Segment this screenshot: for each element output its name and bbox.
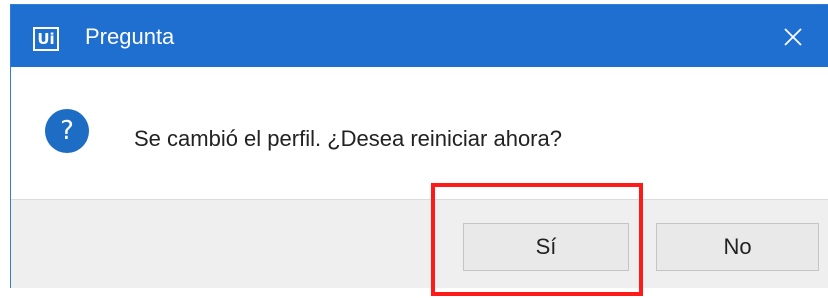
dialog-message: Se cambió el perfil. ¿Desea reiniciar ah… (134, 126, 562, 151)
highlight-box (431, 183, 643, 296)
app-logo-icon: Ui (33, 27, 59, 51)
title-bar[interactable]: Ui Pregunta (11, 5, 828, 67)
close-button[interactable] (769, 17, 817, 57)
dialog-content: ? Se cambió el perfil. ¿Desea reiniciar … (11, 67, 828, 199)
question-dialog: Ui Pregunta ? Se cambió el perfil. ¿Dese… (10, 4, 828, 288)
close-icon (784, 28, 802, 46)
no-button[interactable]: No (656, 223, 819, 271)
dialog-footer: Sí No (11, 199, 828, 288)
screen: Ui Pregunta ? Se cambió el perfil. ¿Dese… (0, 0, 828, 298)
question-icon: ? (45, 109, 89, 153)
dialog-title: Pregunta (85, 24, 175, 49)
